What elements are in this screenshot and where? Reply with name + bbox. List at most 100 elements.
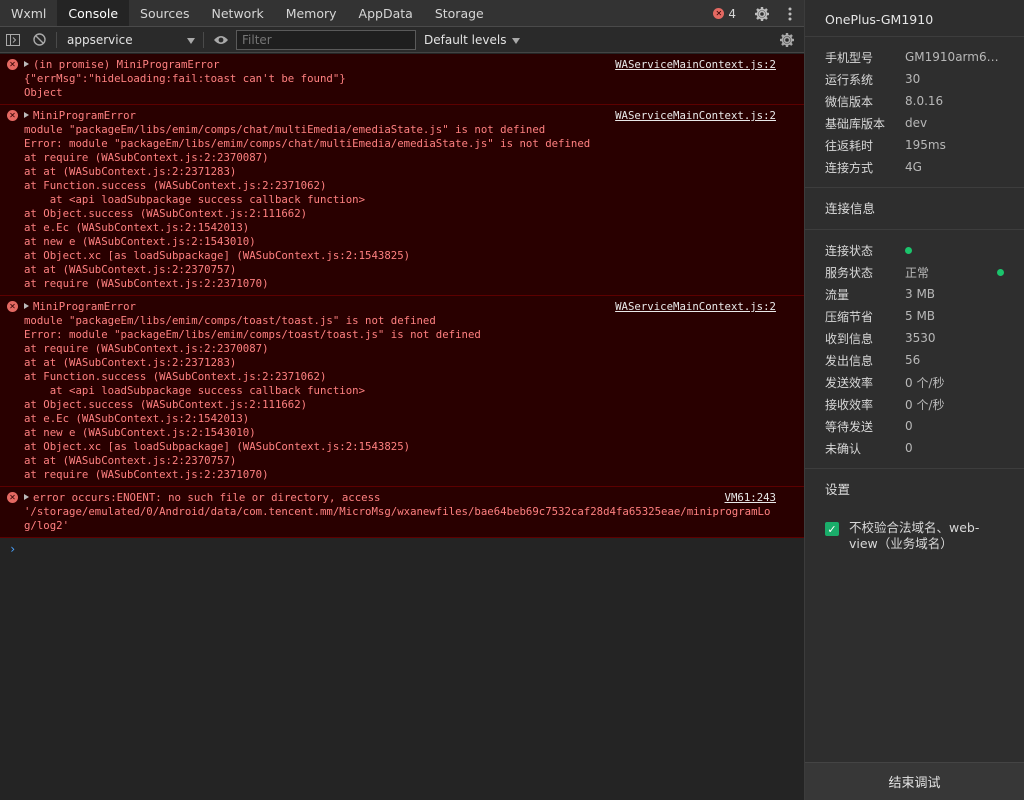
stack-line: at require (WASubContext.js:2:2371070) [24,277,269,290]
summary-text: MiniProgramError [33,300,136,313]
info-row: 接收效率 0 个/秒 [825,393,1004,415]
message-summary[interactable]: error occurs:ENOENT: no such file or dir… [24,491,778,505]
tab-appdata[interactable]: AppData [348,0,424,26]
tab-wxml[interactable]: Wxml [0,0,57,26]
stack-line: at e.Ec (WASubContext.js:2:1542013) [24,412,250,425]
info-key: 收到信息 [825,331,874,346]
expand-triangle-icon[interactable] [24,112,29,118]
info-key: 流量 [825,287,850,302]
info-row: 往返耗时 195ms [825,134,1004,156]
gear-icon[interactable] [748,0,776,27]
message-line: module "packageEm/libs/emim/comps/chat/m… [24,123,546,136]
info-value: 正常 [905,265,930,280]
filter-input[interactable] [236,29,416,50]
check-icon[interactable]: ✓ [825,522,839,536]
stack-line: at e.Ec (WASubContext.js:2:1542013) [24,221,250,234]
connection-info-section: 连接状态 服务状态 正常 流量 3 MB 压缩节省 5 MB 收到信息 3530 发出信… [805,230,1024,469]
clear-console-icon[interactable] [26,27,52,53]
info-row: 连接方式 4G [825,156,1004,178]
info-key: 运行系统 [825,72,874,87]
stack-line: at <api loadSubpackage success callback … [24,384,366,397]
console-toolbar: appservice Default levels [0,27,804,53]
stack-line: at new e (WASubContext.js:2:1543010) [24,426,256,439]
device-title: OnePlus-GM1910 [805,0,1024,37]
console-error-message: ✕ WAServiceMainContext.js:2 MiniProgramE… [0,296,804,487]
source-link[interactable]: WAServiceMainContext.js:2 [615,58,776,72]
info-key: 连接状态 [825,243,874,258]
devtools-panel: Wxml Console Sources Network Memory AppD… [0,0,804,800]
info-value: 0 [905,441,913,455]
info-row: 服务状态 正常 [825,261,1004,283]
info-key: 服务状态 [825,265,874,280]
source-link[interactable]: VM61:243 [725,491,776,505]
expand-triangle-icon[interactable] [24,61,29,67]
tab-network[interactable]: Network [201,0,275,26]
message-line: module "packageEm/libs/emim/comps/toast/… [24,314,436,327]
console-settings-gear-icon[interactable] [774,27,800,53]
dropdown-icon [512,33,521,47]
info-row: 微信版本 8.0.16 [825,90,1004,112]
info-value: 0 个/秒 [905,375,945,390]
info-row: 连接状态 [825,239,1004,261]
error-count-badge[interactable]: ✕ 4 [713,7,736,21]
error-icon: ✕ [7,110,18,121]
console-error-message: ✕ WAServiceMainContext.js:2 (in promise)… [0,54,804,105]
remote-debug-panel: OnePlus-GM1910 手机型号 GM1910arm64-v... 运行系统… [804,0,1024,800]
stack-line: at at (WASubContext.js:2:2370757) [24,454,237,467]
info-row: 发出信息 56 [825,349,1004,371]
expand-triangle-icon[interactable] [24,303,29,309]
stack-line: at Object.xc [as loadSubpackage] (WASubC… [24,249,411,262]
info-value [905,243,1004,257]
console-prompt[interactable]: › [0,538,804,556]
service-status-dot [997,268,1004,276]
info-key: 发送效率 [825,375,874,390]
console-output: ✕ WAServiceMainContext.js:2 (in promise)… [0,54,804,800]
domain-check-label: 不校验合法域名、web-view（业务域名） [849,520,980,551]
end-debug-button[interactable]: 结束调试 [805,762,1024,800]
stack-line: at require (WASubContext.js:2:2370087) [24,342,269,355]
connection-info-title: 连接信息 [805,188,1024,230]
message-line: Error: module "packageEm/libs/emim/comps… [24,137,591,150]
info-value: 0 [905,419,913,433]
info-value: dev [905,116,928,130]
info-key: 往返耗时 [825,138,874,153]
summary-text: error occurs:ENOENT: no such file or dir… [33,491,381,504]
info-key: 连接方式 [825,160,874,175]
info-value: 4G [905,160,922,174]
eye-icon[interactable] [208,27,234,53]
stack-line: at Function.success (WASubContext.js:2:2… [24,179,327,192]
source-link[interactable]: WAServiceMainContext.js:2 [615,300,776,314]
info-value: 8.0.16 [905,94,944,108]
summary-text: MiniProgramError [33,109,136,122]
info-key: 等待发送 [825,419,874,434]
stack-line: at at (WASubContext.js:2:2371283) [24,165,237,178]
info-row: 基础库版本 dev [825,112,1004,134]
log-levels-dropdown[interactable]: Default levels [424,33,521,47]
context-selector[interactable]: appservice [61,30,199,50]
info-value: 0 个/秒 [905,397,945,412]
info-row: 手机型号 GM1910arm64-v... [825,46,1004,68]
source-link[interactable]: WAServiceMainContext.js:2 [615,109,776,123]
error-icon: ✕ [7,301,18,312]
tab-storage[interactable]: Storage [424,0,495,26]
info-row: 压缩节省 5 MB [825,305,1004,327]
tab-memory[interactable]: Memory [275,0,348,26]
info-key: 接收效率 [825,397,874,412]
stack-line: at at (WASubContext.js:2:2371283) [24,356,237,369]
sidebar-toggle-icon[interactable] [0,27,26,53]
expand-triangle-icon[interactable] [24,494,29,500]
error-icon: ✕ [7,59,18,70]
info-key: 发出信息 [825,353,874,368]
tab-console[interactable]: Console [57,0,130,26]
more-vert-icon[interactable] [776,0,804,27]
stack-line: at <api loadSubpackage success callback … [24,193,366,206]
tab-sources[interactable]: Sources [129,0,200,26]
toolbar-divider [56,31,57,48]
domain-check-option[interactable]: ✓ 不校验合法域名、web-view（业务域名） [805,510,1024,552]
info-key: 压缩节省 [825,309,874,324]
info-key: 未确认 [825,441,862,456]
error-icon: ✕ [7,492,18,503]
info-row: 收到信息 3530 [825,327,1004,349]
stack-line: at new e (WASubContext.js:2:1543010) [24,235,256,248]
console-error-message: ✕ VM61:243 error occurs:ENOENT: no such … [0,487,804,538]
